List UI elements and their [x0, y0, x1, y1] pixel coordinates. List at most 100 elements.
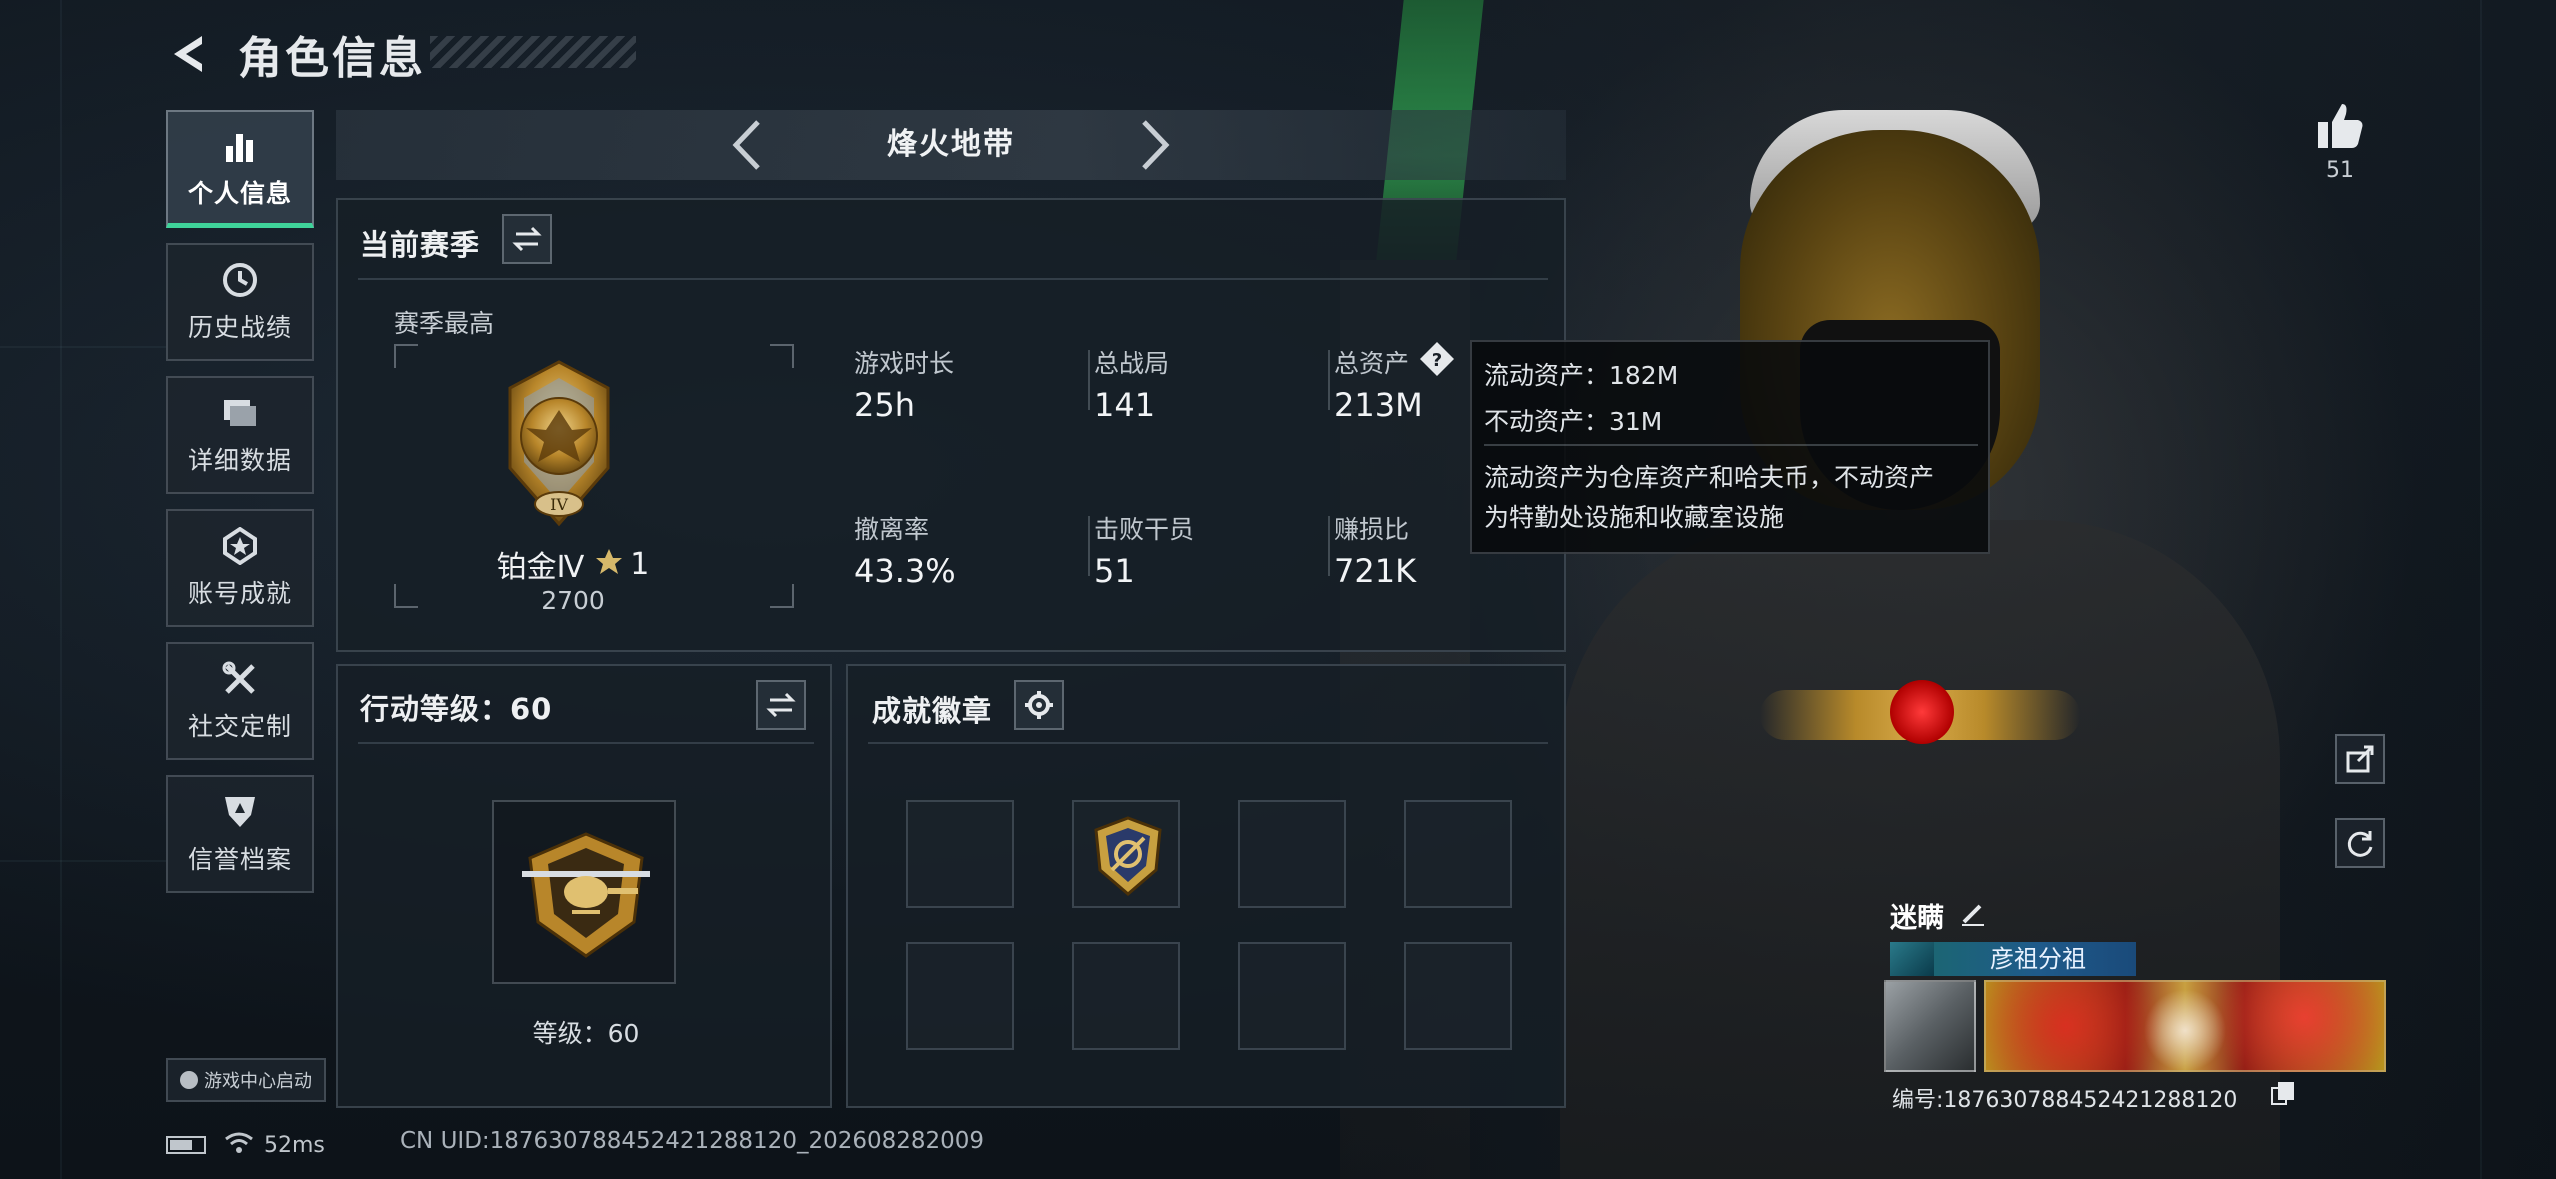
player-name: 迷瞒	[1890, 903, 1944, 934]
stat-value: 141	[1094, 386, 1156, 424]
frame-corner	[770, 584, 794, 608]
sidebar-item-achievements[interactable]: 账号成就	[166, 509, 314, 627]
stat-divider	[1088, 350, 1090, 410]
action-level-switch-button[interactable]	[756, 680, 806, 730]
rank-stars: 1	[630, 546, 650, 582]
star-icon	[594, 547, 624, 581]
history-clock-icon	[220, 260, 260, 300]
refresh-icon	[2347, 831, 2373, 857]
svg-text:IV: IV	[550, 495, 568, 514]
player-banner[interactable]	[1984, 980, 2386, 1072]
action-level-panel: 行动等级：60 等级：60	[336, 664, 832, 1108]
frame-corner	[770, 344, 794, 368]
level-label: 等级：60	[532, 1019, 640, 1048]
bg-grid-line	[60, 0, 62, 1179]
badge-slot[interactable]	[1404, 800, 1512, 908]
divider	[358, 278, 1548, 280]
tooltip-liquid-assets: 流动资产：182M	[1484, 361, 1679, 390]
uid-text: CN UID:1876307884524212881​20_2026082820…	[400, 1128, 985, 1154]
stat-value: 51	[1094, 552, 1135, 590]
frame-corner	[394, 584, 418, 608]
stat-label: 总资产	[1334, 349, 1410, 378]
tooltip-divider	[1484, 444, 1978, 446]
stat-value: 721K	[1334, 552, 1417, 590]
like-area: 51	[2310, 100, 2370, 183]
status-bar: 52ms	[166, 1130, 325, 1160]
rank-points: 2700	[541, 586, 605, 615]
stat-label: 击败干员	[1094, 515, 1195, 544]
battery-fill	[170, 1140, 192, 1150]
badge-settings-button[interactable]	[1014, 680, 1064, 730]
folder-icon	[220, 393, 260, 433]
season-title: 当前赛季	[360, 228, 481, 262]
level-emblem-frame	[492, 800, 676, 984]
tactical-badge-icon	[1088, 814, 1168, 902]
badges-panel: 成就徽章	[846, 664, 1566, 1108]
tooltip-desc-line: 为特勤处设施和收藏室设施	[1484, 503, 1785, 532]
share-icon	[2346, 745, 2374, 773]
stat-label: 总战局	[1094, 349, 1170, 378]
rank-emblem-icon: IV	[496, 358, 622, 528]
share-button[interactable]	[2335, 734, 2385, 784]
clan-name: 彦祖分祖	[1990, 945, 2086, 973]
map-selector: 烽火地带	[336, 110, 1566, 180]
bg-grid-line	[0, 860, 166, 862]
sidebar-item-personal-info[interactable]: 个人信息	[166, 110, 314, 228]
screen: 角色信息 个人信息 历史战绩 详细数据 账号成就 社交定制 信誉档案 游戏中心启…	[0, 0, 2556, 1179]
page-title: 角色信息	[238, 33, 426, 84]
badge-slot[interactable]	[1404, 942, 1512, 1050]
badge-slot[interactable]	[1072, 942, 1180, 1050]
tools-icon	[220, 659, 260, 699]
stat-divider	[1328, 516, 1330, 576]
sidebar-item-label: 信誉档案	[187, 845, 292, 874]
game-center-button[interactable]: 游戏中心启动	[166, 1058, 326, 1102]
rank-name: 铂金Ⅳ	[496, 550, 585, 585]
map-prev-button[interactable]	[722, 118, 772, 172]
tooltip-fixed-assets: 不动资产：31M	[1484, 407, 1663, 436]
sidebar-item-credit-record[interactable]: 信誉档案	[166, 775, 314, 893]
ping-value: 52ms	[264, 1132, 325, 1158]
sidebar-item-social-custom[interactable]: 社交定制	[166, 642, 314, 760]
help-icon[interactable]: ?	[1418, 340, 1456, 378]
copy-icon[interactable]	[2270, 1080, 2296, 1106]
badge-slot[interactable]	[1238, 942, 1346, 1050]
divider	[358, 742, 814, 744]
shield-badge-icon	[220, 792, 260, 832]
action-level-title: 行动等级：60	[360, 692, 553, 726]
title-decoration	[430, 36, 636, 68]
season-switch-button[interactable]	[502, 214, 552, 264]
edit-name-icon[interactable]	[1958, 898, 1988, 928]
stat-label: 游戏时长	[854, 349, 955, 378]
stat-value: 25h	[854, 386, 915, 424]
badges-title: 成就徽章	[872, 694, 993, 728]
thumbs-up-icon[interactable]	[2310, 100, 2370, 152]
badge-slot[interactable]	[906, 942, 1014, 1050]
stat-value: 43.3%	[854, 552, 956, 590]
swap-icon	[512, 226, 542, 252]
back-arrow-icon[interactable]	[166, 32, 210, 76]
avatar[interactable]	[1884, 980, 1976, 1072]
tooltip-desc-line: 流动资产为仓库资产和哈夫币，不动资产	[1484, 463, 1935, 492]
badge-slot[interactable]	[906, 800, 1014, 908]
badge-slot[interactable]	[1238, 800, 1346, 908]
sidebar-item-history[interactable]: 历史战绩	[166, 243, 314, 361]
sidebar-item-label: 个人信息	[187, 178, 292, 208]
badge-slot[interactable]	[1072, 800, 1180, 908]
like-count: 51	[2326, 158, 2354, 183]
stat-label: 撤离率	[854, 515, 930, 544]
rank-line: 铂金Ⅳ 1	[488, 542, 658, 586]
sidebar-item-label: 社交定制	[187, 712, 292, 741]
stat-divider	[1088, 516, 1090, 576]
frame-corner	[394, 344, 418, 368]
map-name: 烽火地带	[887, 127, 1015, 162]
achievement-icon	[220, 526, 260, 566]
player-id: 编号:1876307884524212881​20	[1892, 1088, 2238, 1113]
map-next-button[interactable]	[1130, 118, 1180, 172]
helicopter-emblem-icon	[512, 824, 660, 964]
game-center-icon	[180, 1071, 198, 1089]
stat-divider	[1328, 350, 1330, 410]
wifi-icon	[224, 1131, 254, 1159]
sidebar-item-detail-data[interactable]: 详细数据	[166, 376, 314, 494]
game-center-label: 游戏中心启动	[204, 1071, 312, 1092]
refresh-button[interactable]	[2335, 818, 2385, 868]
